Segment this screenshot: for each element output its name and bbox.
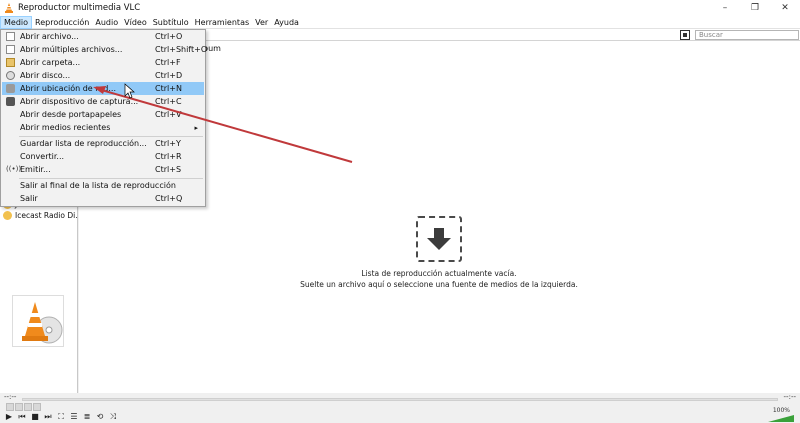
title-bar: Reproductor multimedia VLC – ❐ ✕ <box>0 0 800 16</box>
menu-item-label: Abrir desde portapapeles <box>20 110 122 119</box>
elapsed-time: --:-- <box>4 393 17 401</box>
loop-icon[interactable]: ⟲ <box>95 413 105 421</box>
menu-item-shortcut: Ctrl+R <box>155 152 182 161</box>
menu-item-shortcut: Ctrl+Q <box>155 194 183 203</box>
menu-item-shortcut: Ctrl+O <box>155 32 183 41</box>
menu-item-label: Guardar lista de reproducción... <box>20 139 147 148</box>
menu-item-quit-at-end[interactable]: Salir al final de la lista de reproducci… <box>2 179 204 192</box>
loop-ab-button[interactable] <box>24 403 32 411</box>
volume-slider[interactable]: 100% <box>768 407 794 422</box>
file-icon <box>6 32 15 41</box>
menu-ver[interactable]: Ver <box>252 16 271 29</box>
menu-item-label: Salir al final de la lista de reproducci… <box>20 181 176 190</box>
capture-icon <box>6 97 15 106</box>
menu-ayuda[interactable]: Ayuda <box>271 16 302 29</box>
play-icon[interactable]: ▶ <box>4 413 14 421</box>
next-icon[interactable]: ⏭ <box>43 413 53 421</box>
menu-item-stream[interactable]: ((•)) Emitir... Ctrl+S <box>2 163 204 176</box>
sidebar-item-icecast[interactable]: Icecast Radio Di... <box>3 211 77 220</box>
files-icon <box>6 45 15 54</box>
icecast-icon <box>3 211 12 220</box>
playback-controls: ▶ ⏮ ■ ⏭ ⛶ ☰ ≣ ⟲ ⤨ <box>4 413 118 421</box>
submenu-arrow-icon: ▸ <box>194 123 198 132</box>
menu-item-shortcut: Ctrl+N <box>155 84 182 93</box>
menu-item-shortcut: Ctrl+V <box>155 110 182 119</box>
close-button[interactable]: ✕ <box>770 0 800 16</box>
download-arrow-icon <box>427 228 451 250</box>
vlc-cone-artwork-icon <box>22 302 63 344</box>
menu-item-open-capture[interactable]: Abrir dispositivo de captura... Ctrl+C <box>2 95 204 108</box>
folder-icon <box>6 58 15 67</box>
volume-percent: 100% <box>772 407 790 414</box>
menu-item-recent-media[interactable]: Abrir medios recientes ▸ <box>2 121 204 134</box>
seek-slider[interactable] <box>22 398 778 401</box>
minimize-button[interactable]: – <box>710 0 740 16</box>
volume-bar <box>768 415 794 422</box>
menu-item-label: Abrir medios recientes <box>20 123 111 132</box>
empty-playlist-title: Lista de reproducción actualmente vacía. <box>361 269 517 278</box>
menu-item-label: Abrir carpeta... <box>20 58 81 67</box>
disc-icon <box>6 71 15 80</box>
menu-item-open-disc[interactable]: Abrir disco... Ctrl+D <box>2 69 204 82</box>
stop-icon[interactable]: ■ <box>30 413 40 421</box>
previous-icon[interactable]: ⏮ <box>17 413 27 421</box>
maximize-button[interactable]: ❐ <box>740 0 770 16</box>
menu-item-open-multiple[interactable]: Abrir múltiples archivos... Ctrl+Shift+O <box>2 43 208 56</box>
menu-item-label: Salir <box>20 194 38 203</box>
menu-item-label: Abrir múltiples archivos... <box>20 45 123 54</box>
menu-item-shortcut: Ctrl+F <box>155 58 181 67</box>
menu-item-open-file[interactable]: Abrir archivo... Ctrl+O <box>2 30 204 43</box>
shuffle-icon[interactable]: ⤨ <box>108 413 118 421</box>
network-icon <box>6 84 15 93</box>
sidebar-item-label: Icecast Radio Di... <box>15 211 77 220</box>
menu-item-shortcut: Ctrl+S <box>155 165 182 174</box>
menu-item-label: Abrir ubicación de red... <box>20 84 116 93</box>
stream-icon: ((•)) <box>6 165 22 173</box>
menu-item-shortcut: Ctrl+C <box>155 97 182 106</box>
menu-item-label: Emitir... <box>20 165 51 174</box>
menu-item-shortcut: Ctrl+D <box>155 71 183 80</box>
controls-bar: --:-- --:-- ▶ ⏮ ■ ⏭ ⛶ ☰ ≣ ⟲ ⤨ 100% <box>0 393 800 423</box>
menu-item-label: Abrir disco... <box>20 71 71 80</box>
drop-icon <box>416 216 462 262</box>
advanced-controls <box>6 403 41 411</box>
menu-reproduccion[interactable]: Reproducción <box>32 16 92 29</box>
menu-medio[interactable]: Medio <box>0 15 33 29</box>
playlist-view-button[interactable] <box>680 30 690 40</box>
frame-step-button[interactable] <box>33 403 41 411</box>
menu-item-label: Convertir... <box>20 152 65 161</box>
menu-item-open-clipboard[interactable]: Abrir desde portapapeles Ctrl+V <box>2 108 204 121</box>
menu-item-convert[interactable]: Convertir... Ctrl+R <box>2 150 204 163</box>
menu-item-label: Abrir archivo... <box>20 32 79 41</box>
menu-item-save-playlist[interactable]: Guardar lista de reproducción... Ctrl+Y <box>2 137 204 150</box>
menu-item-label: Abrir dispositivo de captura... <box>20 97 139 106</box>
menu-bar: Medio Reproducción Audio Vídeo Subtítulo… <box>0 15 800 29</box>
search-input[interactable]: Buscar <box>695 30 799 40</box>
record-button[interactable] <box>6 403 14 411</box>
album-art <box>12 295 64 347</box>
menu-item-shortcut: Ctrl+Shift+O <box>155 45 208 54</box>
vlc-cone-icon <box>5 3 13 13</box>
total-time: --:-- <box>783 393 796 401</box>
menu-subtitulo[interactable]: Subtítulo <box>150 16 192 29</box>
empty-playlist-hint: Suelte un archivo aquí o seleccione una … <box>300 280 578 289</box>
menu-audio[interactable]: Audio <box>92 16 121 29</box>
menu-herramientas[interactable]: Herramientas <box>192 16 253 29</box>
menu-item-open-folder[interactable]: Abrir carpeta... Ctrl+F <box>2 56 204 69</box>
window-title: Reproductor multimedia VLC <box>18 3 141 13</box>
media-menu-dropdown: Abrir archivo... Ctrl+O Abrir múltiples … <box>0 29 208 207</box>
extended-settings-icon[interactable]: ☰ <box>69 413 79 421</box>
menu-video[interactable]: Vídeo <box>121 16 150 29</box>
playlist-icon[interactable]: ≣ <box>82 413 92 421</box>
menu-item-quit[interactable]: Salir Ctrl+Q <box>2 192 204 205</box>
menu-item-open-network[interactable]: Abrir ubicación de red... Ctrl+N <box>2 82 204 95</box>
snapshot-button[interactable] <box>15 403 23 411</box>
fullscreen-icon[interactable]: ⛶ <box>56 413 66 421</box>
menu-item-shortcut: Ctrl+Y <box>155 139 181 148</box>
